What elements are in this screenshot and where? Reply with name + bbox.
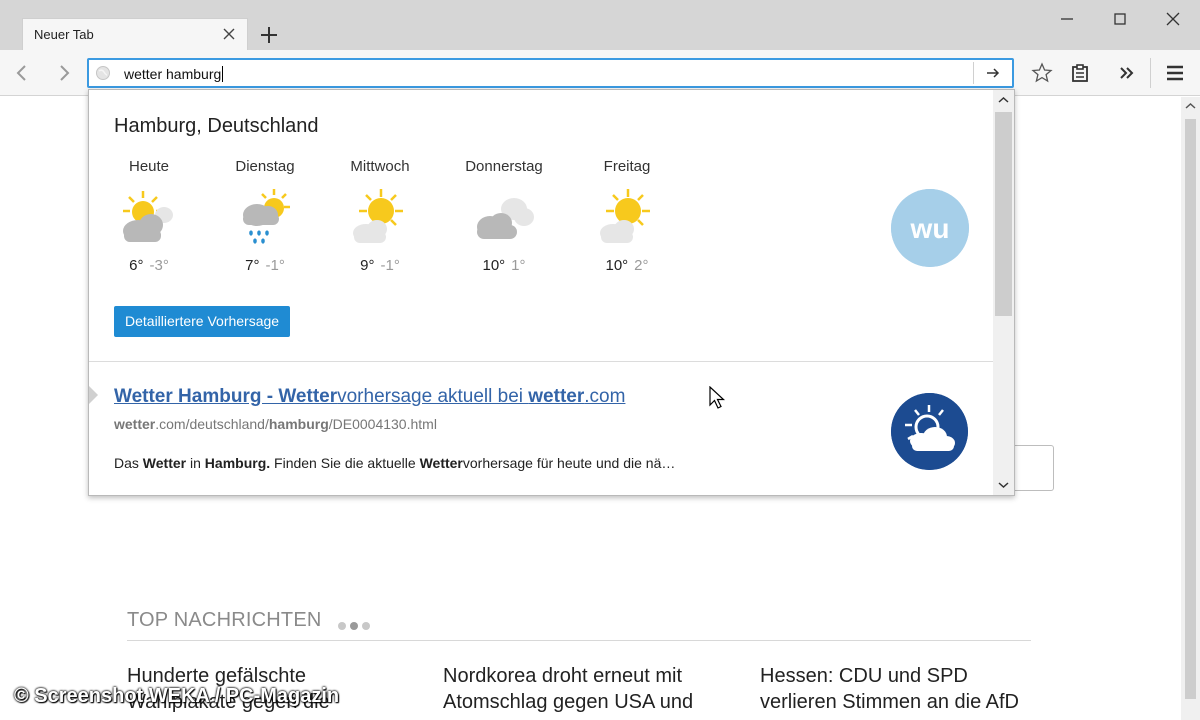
close-window-icon[interactable] xyxy=(1162,8,1184,30)
scroll-down-icon[interactable] xyxy=(998,480,1009,490)
toolbar-divider xyxy=(1150,58,1151,88)
watermark: © Screenshot WEKA / PC-Magazin xyxy=(14,685,340,707)
weather-low-temp: 1° xyxy=(511,257,526,274)
result-url-segment: hamburg xyxy=(268,416,329,432)
page-scrollbar[interactable] xyxy=(1181,97,1200,720)
weather-high-temp: 10° xyxy=(605,257,629,274)
dropdown-scrollbar[interactable] xyxy=(993,90,1014,495)
news-pager[interactable] xyxy=(338,617,374,635)
weather-day: Freitag 10° 2° xyxy=(572,158,682,274)
weather-day-name: Freitag xyxy=(603,158,651,175)
minimize-icon[interactable] xyxy=(1056,8,1078,30)
result-title-segment: wetter xyxy=(528,386,585,407)
detailed-forecast-button[interactable]: Detailliertere Vorhersage xyxy=(114,306,291,337)
result-url: wetter.com/deutschland/hamburg/DE0004130… xyxy=(114,416,437,432)
scroll-up-icon[interactable] xyxy=(1185,101,1196,111)
dropdown-divider xyxy=(89,361,993,362)
result-title-segment: vorhersage aktuell bei xyxy=(337,386,529,407)
weather-low-temp: -3° xyxy=(149,257,169,274)
result-snippet-segment: vorhersage für heute und die nä… xyxy=(462,455,676,471)
weather-day-name: Heute xyxy=(128,158,170,175)
address-input[interactable]: wetter hamburg xyxy=(124,66,224,82)
suggestion-dropdown: Hamburg, Deutschland Heute 6° -3° Diensta… xyxy=(88,89,1015,496)
weather-low-temp: -1° xyxy=(380,257,400,274)
news-heading: TOP NACHRICHTEN xyxy=(127,609,322,631)
pager-dot-active[interactable] xyxy=(350,622,358,630)
maximize-icon[interactable] xyxy=(1109,8,1131,30)
weather-day-name: Mittwoch xyxy=(350,158,410,175)
weather-day: Mittwoch 9° -1° xyxy=(325,158,435,274)
weather-day: Donnerstag 10° 1° xyxy=(449,158,559,274)
sun-cloud-rain-icon xyxy=(243,189,290,244)
star-bookmark-icon[interactable] xyxy=(1030,61,1054,85)
sun-cloud-icon xyxy=(123,191,173,242)
logo-text: wu xyxy=(910,213,950,244)
weather-underground-logo[interactable]: wu xyxy=(891,189,969,267)
new-tab-icon[interactable] xyxy=(258,24,280,46)
clipboard-icon[interactable] xyxy=(1068,61,1092,85)
weather-day: Heute 6° -3° xyxy=(94,158,204,274)
result-snippet-segment: Wetter xyxy=(142,455,187,471)
result-snippet-segment: Das xyxy=(114,455,143,471)
back-icon[interactable] xyxy=(10,61,34,85)
page-search-box[interactable] xyxy=(1012,445,1054,491)
page-scroll-thumb[interactable] xyxy=(1185,119,1196,699)
scroll-up-icon[interactable] xyxy=(998,95,1009,105)
overflow-chevron-icon[interactable] xyxy=(1115,61,1139,85)
weather-low-temp: 2° xyxy=(634,257,649,274)
weather-high-temp: 10° xyxy=(482,257,506,274)
news-item[interactable]: Hessen: CDU und SPD verlieren Stimmen an… xyxy=(760,663,1050,715)
sun-cloud-icon xyxy=(353,189,403,243)
result-title-segment: Wetter Hamburg - Wetter xyxy=(114,386,338,407)
address-divider xyxy=(973,62,974,84)
dropdown-scroll-thumb[interactable] xyxy=(995,112,1012,316)
globe-icon xyxy=(96,66,110,80)
pager-dot[interactable] xyxy=(362,622,370,630)
weather-low-temp: -1° xyxy=(265,257,285,274)
weather-day: Dienstag 7° -1° xyxy=(210,158,320,274)
sun-cloud-icon xyxy=(600,189,650,243)
result-title-link[interactable]: Wetter Hamburg - Wettervorhersage aktuel… xyxy=(114,386,625,408)
weather-city: Hamburg, Deutschland xyxy=(114,115,319,137)
address-value: wetter hamburg xyxy=(124,66,222,82)
result-snippet: Das Wetter in Hamburg. Finden Sie die ak… xyxy=(114,455,675,471)
result-url-segment: .com/deutschland/ xyxy=(155,416,269,432)
weather-high-temp: 9° xyxy=(360,257,375,274)
weather-day-name: Donnerstag xyxy=(465,158,543,175)
tab-strip: Neuer Tab xyxy=(0,0,1200,50)
pager-dot[interactable] xyxy=(338,622,346,630)
weather-day-name: Dienstag xyxy=(235,158,295,175)
close-tab-icon[interactable] xyxy=(221,26,237,42)
hamburger-menu-icon[interactable] xyxy=(1163,61,1187,85)
tab-title: Neuer Tab xyxy=(34,27,94,42)
selection-marker xyxy=(89,386,98,404)
news-divider xyxy=(127,640,1031,641)
result-snippet-segment: Hamburg. xyxy=(204,455,271,471)
news-item[interactable]: Nordkorea droht erneut mit Atomschlag ge… xyxy=(443,663,733,715)
weather-high-temp: 7° xyxy=(245,257,260,274)
forward-icon[interactable] xyxy=(52,61,76,85)
result-url-segment: wetter xyxy=(114,416,156,432)
result-snippet-segment: in xyxy=(186,455,205,471)
tab-active[interactable]: Neuer Tab xyxy=(22,18,248,50)
cloudy-icon xyxy=(477,198,534,239)
result-snippet-segment: Finden Sie die aktuelle xyxy=(270,455,420,471)
mouse-pointer-icon xyxy=(709,386,726,409)
text-caret xyxy=(222,66,224,82)
go-arrow-icon[interactable] xyxy=(984,64,1002,82)
weather-high-temp: 6° xyxy=(129,257,144,274)
result-url-segment: /DE0004130.html xyxy=(328,416,437,432)
address-bar[interactable]: wetter hamburg xyxy=(87,58,1014,88)
result-title-segment: .com xyxy=(584,386,626,407)
result-snippet-segment: Wetter xyxy=(419,455,463,471)
wetter-com-logo[interactable] xyxy=(891,393,968,470)
